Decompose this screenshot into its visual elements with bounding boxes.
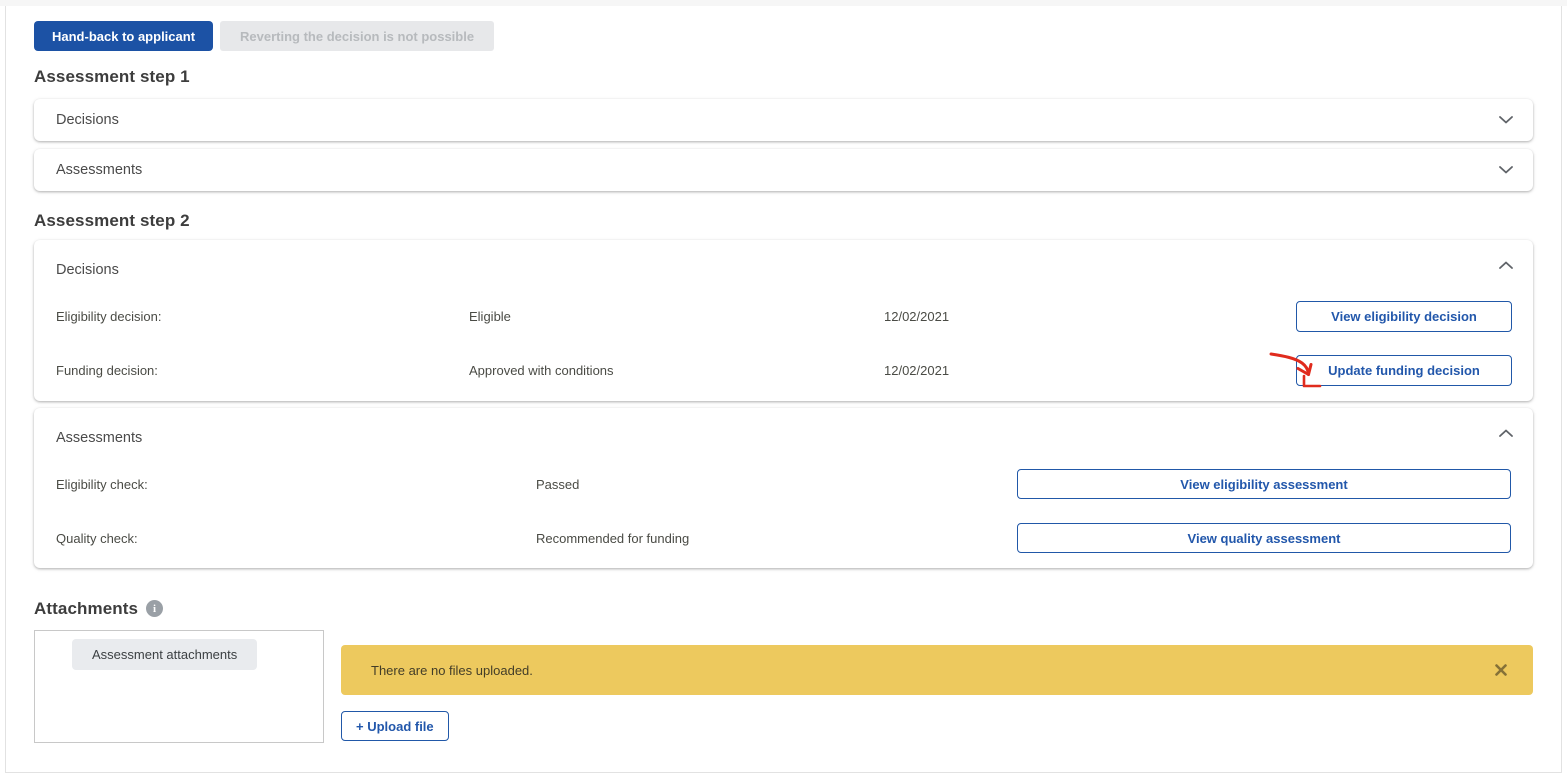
chevron-up-icon[interactable] — [1499, 261, 1513, 269]
step1-decisions-title: Decisions — [56, 112, 119, 128]
revert-decision-disabled-button: Reverting the decision is not possible — [220, 21, 494, 51]
eligibility-decision-row: Eligibility decision: Eligible 12/02/202… — [34, 301, 1533, 332]
eligibility-decision-date: 12/02/2021 — [884, 309, 1296, 324]
funding-decision-row: Funding decision: Approved with conditio… — [34, 355, 1533, 386]
assessment-attachments-tab[interactable]: Assessment attachments — [72, 639, 257, 670]
eligibility-decision-value: Eligible — [469, 309, 884, 324]
view-eligibility-assessment-button[interactable]: View eligibility assessment — [1017, 469, 1511, 499]
assessment-step-2-title: Assessment step 2 — [34, 211, 1533, 231]
step2-decisions-title: Decisions — [56, 261, 119, 279]
quality-check-value: Recommended for funding — [536, 531, 1017, 546]
step1-decisions-accordion[interactable]: Decisions — [34, 99, 1533, 141]
no-files-alert: There are no files uploaded. — [341, 645, 1533, 695]
upload-file-button[interactable]: + Upload file — [341, 711, 449, 741]
funding-decision-label: Funding decision: — [56, 363, 469, 378]
action-button-row: Hand-back to applicant Reverting the dec… — [34, 21, 1533, 51]
main-panel: Hand-back to applicant Reverting the dec… — [5, 6, 1562, 773]
close-icon[interactable] — [1495, 664, 1507, 676]
eligibility-decision-label: Eligibility decision: — [56, 309, 469, 324]
funding-decision-date: 12/02/2021 — [884, 363, 1296, 378]
step2-assessments-panel: Assessments Eligibility check: Passed Vi… — [34, 408, 1533, 568]
chevron-down-icon[interactable] — [1499, 116, 1513, 124]
step1-assessments-title: Assessments — [56, 162, 142, 178]
eligibility-check-label: Eligibility check: — [56, 477, 536, 492]
view-eligibility-decision-button[interactable]: View eligibility decision — [1296, 301, 1512, 332]
attachments-section: Attachments i — [34, 599, 1533, 619]
step2-assessments-title: Assessments — [56, 429, 142, 447]
quality-check-label: Quality check: — [56, 531, 536, 546]
hand-back-to-applicant-button[interactable]: Hand-back to applicant — [34, 21, 213, 51]
attachments-area: Assessment attachments There are no file… — [34, 630, 1533, 743]
chevron-down-icon[interactable] — [1499, 166, 1513, 174]
update-funding-decision-button[interactable]: Update funding decision — [1296, 355, 1512, 386]
eligibility-check-value: Passed — [536, 477, 1017, 492]
info-icon[interactable]: i — [146, 600, 163, 617]
chevron-up-icon[interactable] — [1499, 429, 1513, 437]
attachments-title: Attachments — [34, 599, 138, 619]
step2-assessments-header[interactable]: Assessments — [34, 408, 1533, 447]
assessment-step-1-title: Assessment step 1 — [34, 67, 1533, 87]
funding-decision-value: Approved with conditions — [469, 363, 884, 378]
step1-assessments-accordion[interactable]: Assessments — [34, 149, 1533, 191]
no-files-alert-text: There are no files uploaded. — [371, 663, 533, 678]
eligibility-check-row: Eligibility check: Passed View eligibili… — [34, 469, 1533, 499]
attachments-tab-box: Assessment attachments — [34, 630, 324, 743]
view-quality-assessment-button[interactable]: View quality assessment — [1017, 523, 1511, 553]
step2-decisions-header[interactable]: Decisions — [34, 240, 1533, 279]
quality-check-row: Quality check: Recommended for funding V… — [34, 523, 1533, 553]
step2-decisions-panel: Decisions Eligibility decision: Eligible… — [34, 240, 1533, 401]
